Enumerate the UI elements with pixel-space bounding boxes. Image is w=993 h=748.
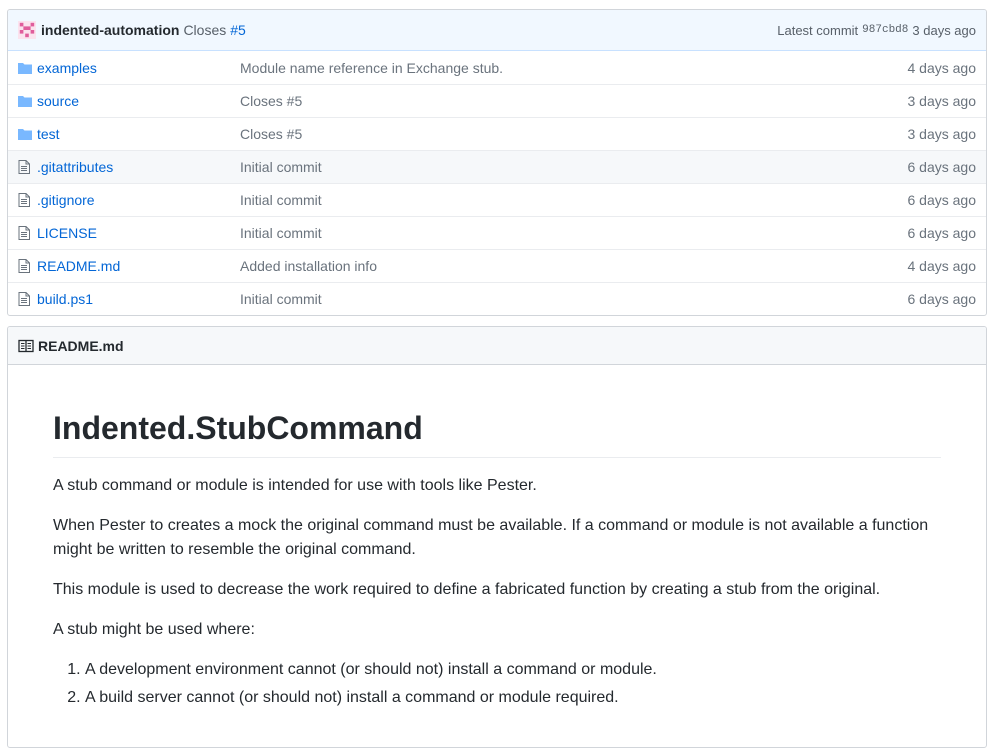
file-commit-age: 6 days ago: [907, 159, 977, 175]
file-icon: [18, 259, 37, 273]
readme-body: Indented.StubCommand A stub command or m…: [8, 365, 986, 710]
file-commit-message[interactable]: Closes #5: [240, 126, 856, 142]
file-icon: [18, 160, 37, 174]
commit-age: 3 days ago: [912, 22, 976, 38]
readme-paragraph: This module is used to decrease the work…: [53, 581, 881, 598]
file-name-cell: LICENSE: [37, 225, 240, 241]
file-name-link[interactable]: README.md: [37, 258, 120, 274]
commit-message[interactable]: Closes: [183, 22, 226, 38]
file-commit-message[interactable]: Closes #5: [240, 93, 856, 109]
file-row[interactable]: build.ps1 Initial commit 6 days ago: [8, 282, 986, 315]
latest-commit-label: Latest commit: [777, 22, 859, 38]
file-row[interactable]: .gitattributes Initial commit 6 days ago: [8, 150, 986, 183]
readme-list-item: A development environment cannot (or sho…: [85, 658, 941, 682]
commit-issue-link[interactable]: #5: [230, 22, 246, 38]
file-list: examples Module name reference in Exchang…: [8, 51, 986, 315]
readme-header: README.md: [8, 327, 986, 365]
file-row[interactable]: examples Module name reference in Exchang…: [8, 51, 986, 84]
file-name-link[interactable]: source: [37, 93, 79, 109]
file-row[interactable]: test Closes #5 3 days ago: [8, 117, 986, 150]
file-row[interactable]: LICENSE Initial commit 6 days ago: [8, 216, 986, 249]
file-commit-message[interactable]: Added installation info: [240, 258, 856, 274]
file-name-cell: README.md: [37, 258, 240, 274]
file-icon: [18, 292, 37, 306]
book-icon: [18, 339, 34, 352]
avatar[interactable]: [18, 21, 36, 39]
file-commit-age: 4 days ago: [907, 258, 977, 274]
file-name-link[interactable]: .gitignore: [37, 192, 95, 208]
file-name-cell: .gitignore: [37, 192, 240, 208]
file-icon: [18, 226, 37, 240]
file-commit-age: 6 days ago: [907, 291, 977, 307]
readme-list: A development environment cannot (or sho…: [53, 658, 941, 710]
file-row[interactable]: .gitignore Initial commit 6 days ago: [8, 183, 986, 216]
readme-filename: README.md: [38, 337, 124, 354]
file-commit-age: 3 days ago: [907, 93, 977, 109]
folder-icon: [18, 128, 37, 140]
file-row[interactable]: README.md Added installation info 4 days a…: [8, 249, 986, 282]
file-name-link[interactable]: examples: [37, 60, 97, 76]
file-icon: [18, 193, 37, 207]
latest-commit-info: Latest commit 987cbd8 3 days ago: [777, 23, 976, 38]
file-row[interactable]: source Closes #5 3 days ago: [8, 84, 986, 117]
file-name-link[interactable]: LICENSE: [37, 225, 97, 241]
file-name-cell: examples: [37, 60, 240, 76]
commit-author-link[interactable]: indented-automation: [41, 22, 179, 38]
file-name-cell: source: [37, 93, 240, 109]
file-commit-message[interactable]: Initial commit: [240, 291, 856, 307]
readme-panel: README.md Indented.StubCommand A stub co…: [7, 326, 987, 748]
file-commit-message[interactable]: Module name reference in Exchange stub.: [240, 60, 856, 76]
readme-list-item: A build server cannot (or should not) in…: [85, 686, 941, 710]
folder-icon: [18, 95, 37, 107]
file-commit-message[interactable]: Initial commit: [240, 159, 856, 175]
readme-paragraph: When Pester to creates a mock the origin…: [53, 517, 929, 558]
file-commit-age: 4 days ago: [907, 59, 977, 76]
file-commit-age: 6 days ago: [907, 225, 977, 241]
file-name-cell: test: [37, 126, 240, 142]
file-commit-message[interactable]: Initial commit: [240, 225, 856, 241]
file-name-link[interactable]: .gitattributes: [37, 159, 113, 175]
file-commit-age: 6 days ago: [907, 192, 977, 208]
file-name-link[interactable]: test: [37, 126, 60, 142]
file-name-cell: build.ps1: [37, 291, 240, 307]
file-browser: indented-automation Closes #5 Latest com…: [7, 9, 987, 316]
commit-sha-link[interactable]: 987cbd8: [862, 24, 908, 36]
readme-title: Indented.StubCommand: [53, 410, 941, 458]
folder-icon: [18, 62, 37, 74]
file-name-cell: .gitattributes: [37, 159, 240, 175]
readme-paragraph: A stub command or module is intended for…: [53, 477, 537, 494]
file-commit-message[interactable]: Initial commit: [240, 192, 856, 208]
latest-commit-bar: indented-automation Closes #5 Latest com…: [8, 10, 986, 51]
file-name-link[interactable]: build.ps1: [37, 291, 93, 307]
readme-paragraph: A stub might be used where:: [53, 621, 255, 638]
file-commit-age: 3 days ago: [907, 126, 977, 142]
